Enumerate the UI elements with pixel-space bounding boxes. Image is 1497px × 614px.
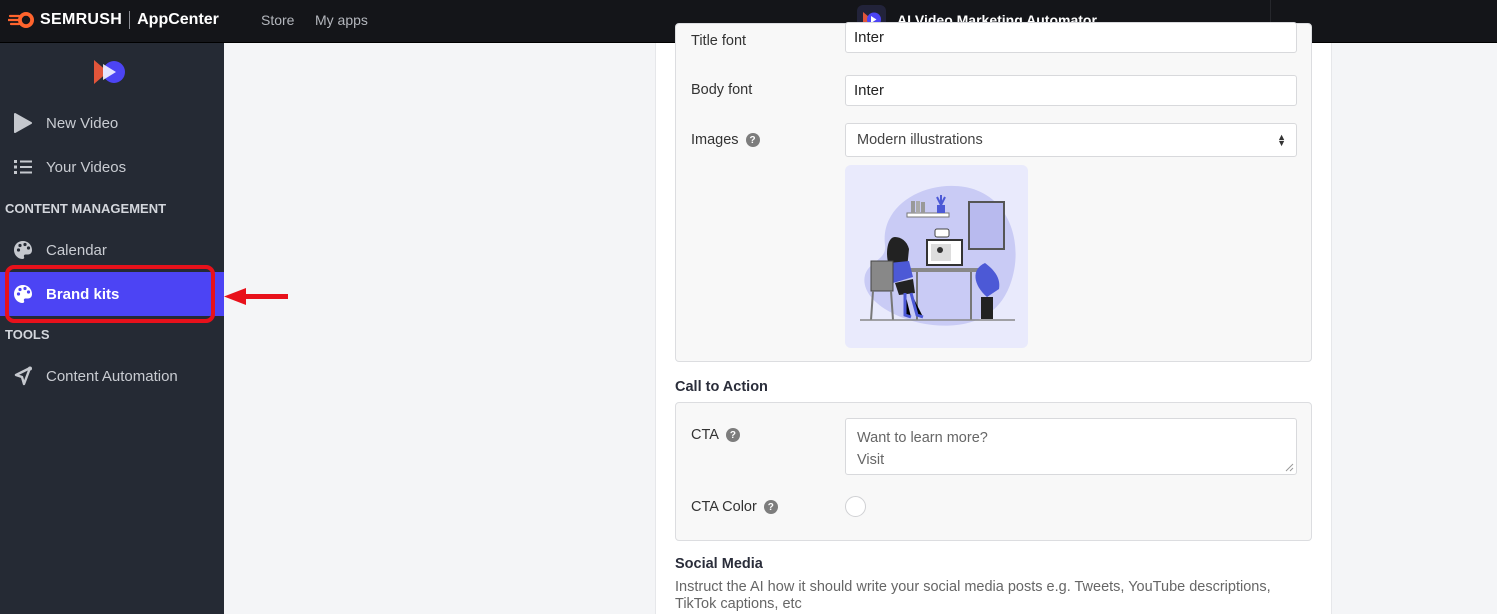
section-content-management: CONTENT MANAGEMENT <box>5 201 166 216</box>
cta-color-picker[interactable] <box>845 496 866 517</box>
body-font-input[interactable]: Inter <box>845 75 1297 106</box>
cta-placeholder-line-1: Want to learn more? <box>857 427 1285 449</box>
sidebar-item-label: Content Automation <box>46 368 178 385</box>
annotation-arrow-icon <box>224 287 290 307</box>
sidebar-logo-icon[interactable] <box>92 58 128 86</box>
body-font-label: Body font <box>691 82 752 98</box>
cta-color-label-text: CTA Color <box>691 499 757 515</box>
cta-textarea[interactable]: Want to learn more? Visit <box>845 418 1297 475</box>
typography-fieldset: Title font Inter Body font Inter Images … <box>675 23 1312 362</box>
semrush-appcenter-logo[interactable]: SEMRUSH AppCenter <box>8 10 219 30</box>
cta-label: CTA ? <box>691 427 740 443</box>
images-label-text: Images <box>691 132 739 148</box>
images-style-value: Modern illustrations <box>857 132 983 148</box>
brand-kit-form: Title font Inter Body font Inter Images … <box>655 43 1332 614</box>
palette-icon <box>0 240 46 260</box>
help-icon[interactable]: ? <box>726 428 740 442</box>
help-icon[interactable]: ? <box>764 500 778 514</box>
sidebar-item-your-videos[interactable]: Your Videos <box>0 145 224 189</box>
cta-placeholder-line-2: Visit <box>857 449 1285 471</box>
title-font-input[interactable]: Inter <box>845 22 1297 53</box>
social-media-description: Instruct the AI how it should write your… <box>675 579 1295 613</box>
cta-section-title: Call to Action <box>675 379 768 395</box>
nav-store[interactable]: Store <box>261 12 294 28</box>
resize-handle-icon[interactable] <box>1285 463 1294 472</box>
sidebar-item-content-automation[interactable]: Content Automation <box>0 354 224 398</box>
list-icon <box>0 159 46 175</box>
cta-color-label: CTA Color ? <box>691 499 778 515</box>
section-tools: TOOLS <box>5 327 50 342</box>
select-caret-icon: ▲▼ <box>1277 134 1286 146</box>
image-style-preview <box>845 165 1028 348</box>
help-icon[interactable]: ? <box>746 133 760 147</box>
cta-label-text: CTA <box>691 427 719 443</box>
sidebar: New Video Your Videos CONTENT MANAGEMENT… <box>0 43 224 614</box>
images-label: Images ? <box>691 132 760 148</box>
brand-app: AppCenter <box>137 11 219 29</box>
brand-separator <box>129 11 130 29</box>
sidebar-item-new-video[interactable]: New Video <box>0 101 224 145</box>
brand-name: SEMRUSH <box>40 11 122 29</box>
cta-fieldset: CTA ? Want to learn more? Visit CTA Colo… <box>675 402 1312 541</box>
annotation-highlight-box <box>5 265 215 323</box>
title-font-label: Title font <box>691 33 746 49</box>
sidebar-item-label: Calendar <box>46 242 107 259</box>
sidebar-item-label: New Video <box>46 115 118 132</box>
illustration-woman-at-desk <box>845 165 1028 348</box>
play-icon <box>0 113 46 133</box>
images-style-select[interactable]: Modern illustrations ▲▼ <box>845 123 1297 157</box>
social-media-section-title: Social Media <box>675 556 763 572</box>
semrush-flame-icon <box>8 11 36 29</box>
sidebar-item-label: Your Videos <box>46 159 126 176</box>
send-icon <box>0 366 46 386</box>
nav-my-apps[interactable]: My apps <box>315 12 368 28</box>
